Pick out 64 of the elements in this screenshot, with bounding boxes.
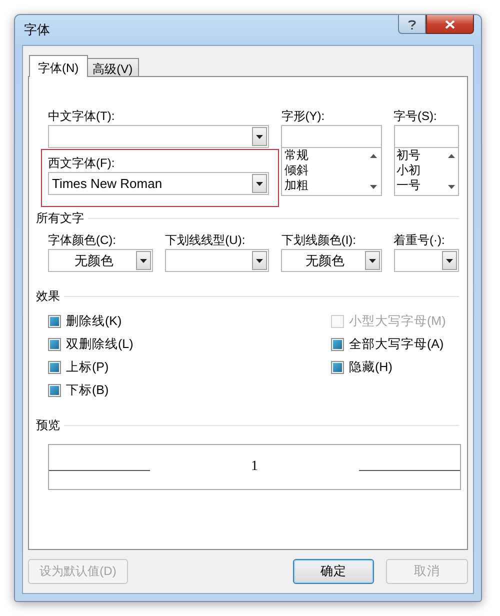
caret-icon bbox=[368, 258, 376, 262]
scroll-up-icon[interactable] bbox=[448, 154, 454, 158]
dropdown-button[interactable] bbox=[364, 251, 380, 270]
checkbox-label[interactable]: 全部大写字母(A) bbox=[349, 336, 444, 353]
dropdown-field[interactable]: 无颜色 bbox=[48, 249, 154, 272]
dropdown-field[interactable] bbox=[394, 249, 459, 272]
dropdown-button[interactable] bbox=[252, 174, 268, 193]
dropdown-field[interactable]: 无颜色 bbox=[281, 249, 382, 272]
window-title: 字体 bbox=[23, 21, 51, 39]
checkbox-label[interactable]: 删除线(K) bbox=[66, 313, 122, 330]
field-label: 西文字体(F): bbox=[48, 155, 116, 172]
checkbox[interactable] bbox=[48, 338, 61, 351]
section-heading: 所有文字 bbox=[36, 210, 84, 227]
list-item[interactable]: 常规 bbox=[284, 148, 366, 163]
help-icon bbox=[408, 18, 416, 30]
checkbox[interactable] bbox=[48, 315, 61, 328]
close-button[interactable] bbox=[426, 15, 474, 34]
caret-icon bbox=[140, 258, 148, 262]
checkbox-label[interactable]: 上标(P) bbox=[66, 359, 109, 376]
section-heading: 预览 bbox=[36, 417, 60, 434]
checkbox[interactable] bbox=[331, 338, 344, 351]
field-label: 字号(S): bbox=[394, 108, 438, 125]
checkbox-label[interactable]: 双删除线(L) bbox=[66, 336, 134, 353]
list-item[interactable]: 倾斜 bbox=[284, 163, 366, 178]
preview-text: 1 bbox=[250, 459, 259, 475]
dropdown-button[interactable] bbox=[252, 127, 268, 146]
tab[interactable]: 字体(N) bbox=[29, 55, 88, 77]
list-item[interactable]: 加粗 bbox=[284, 178, 366, 193]
field-label: 下划线颜色(I): bbox=[281, 232, 357, 249]
dropdown-field[interactable] bbox=[48, 125, 270, 148]
checkbox[interactable] bbox=[48, 384, 61, 397]
dropdown-button[interactable] bbox=[442, 251, 457, 270]
list-item[interactable]: 一号 bbox=[396, 178, 444, 193]
dropdown-field[interactable] bbox=[165, 249, 270, 272]
checkbox-label[interactable]: 隐藏(H) bbox=[349, 359, 392, 376]
checkbox[interactable] bbox=[331, 361, 344, 374]
field-label: 下划线线型(U): bbox=[165, 232, 246, 249]
list-item[interactable]: 小初 bbox=[396, 163, 444, 178]
close-icon bbox=[445, 20, 455, 28]
field-label: 字体颜色(C): bbox=[48, 232, 117, 249]
dropdown-button[interactable] bbox=[136, 251, 152, 270]
field-label: 中文字体(T): bbox=[48, 108, 116, 125]
scroll-down-icon[interactable] bbox=[448, 185, 454, 189]
dropdown-button[interactable] bbox=[252, 251, 268, 270]
dialog-button[interactable]: 确定 bbox=[293, 559, 374, 584]
field-label: 字形(Y): bbox=[281, 108, 326, 125]
dropdown-field[interactable]: Times New Roman bbox=[48, 172, 270, 195]
checkbox[interactable] bbox=[48, 361, 61, 374]
checkbox-label[interactable]: 下标(B) bbox=[66, 382, 109, 399]
field-label: 着重号(·): bbox=[394, 232, 446, 249]
scroll-up-icon[interactable] bbox=[370, 154, 377, 158]
tab[interactable]: 高级(V) bbox=[86, 58, 139, 76]
caret-icon bbox=[256, 182, 264, 186]
input-field[interactable] bbox=[281, 125, 382, 148]
scroll-down-icon[interactable] bbox=[370, 185, 377, 189]
caret-icon bbox=[446, 258, 453, 262]
caret-icon bbox=[256, 258, 264, 262]
list-item[interactable]: 初号 bbox=[396, 148, 444, 163]
help-button[interactable] bbox=[398, 15, 426, 34]
list-box[interactable]: 初号 小初 一号 bbox=[394, 148, 459, 196]
input-field[interactable] bbox=[394, 125, 459, 148]
section-heading: 效果 bbox=[36, 288, 60, 305]
list-box[interactable]: 常规 倾斜 加粗 bbox=[281, 148, 382, 196]
caret-icon bbox=[256, 134, 264, 138]
